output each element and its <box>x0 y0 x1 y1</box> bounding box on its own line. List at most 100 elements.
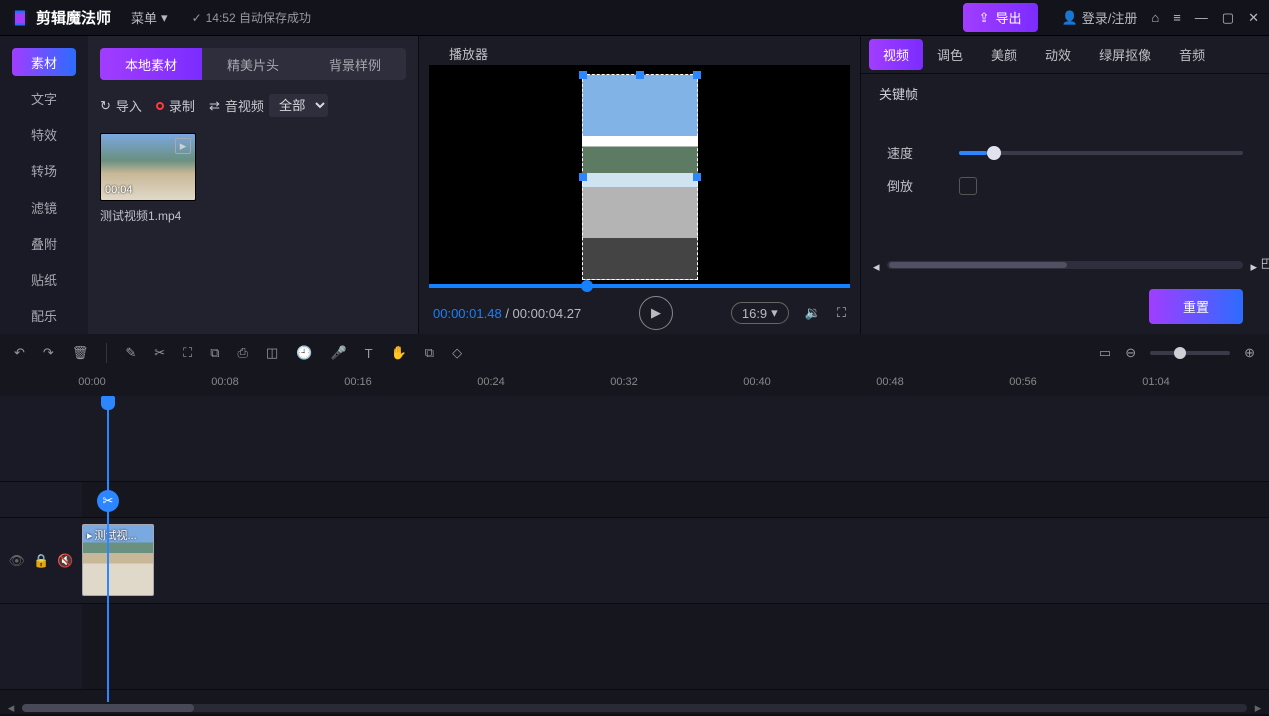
playhead-line[interactable] <box>107 396 109 702</box>
aspect-ratio-select[interactable]: 16:9 ▾ <box>731 302 789 324</box>
tab-local[interactable]: 本地素材 <box>100 48 202 80</box>
resize-handle[interactable] <box>693 71 701 79</box>
scrollbar-thumb[interactable] <box>22 704 194 712</box>
filter-select[interactable]: 全部 <box>269 94 328 117</box>
resize-handle[interactable] <box>579 173 587 181</box>
av-filter-dropdown[interactable]: ⇄ 音视频 全部 <box>209 94 328 117</box>
crop-icon[interactable]: ⛶ <box>183 345 192 361</box>
scrubber-thumb[interactable] <box>581 280 593 292</box>
media-filename: 测试视频1.mp4 <box>100 207 196 224</box>
nav-sticker[interactable]: 贴纸 <box>12 266 76 294</box>
fullscreen-icon[interactable]: ⛶ <box>837 305 846 321</box>
reset-button[interactable]: 重置 <box>1149 289 1243 324</box>
scroll-right-icon[interactable]: ▸ <box>1250 259 1257 275</box>
scrollbar-thumb[interactable] <box>889 262 1067 268</box>
zoom-thumb[interactable] <box>1174 347 1186 359</box>
track-lane[interactable] <box>82 396 1269 481</box>
track-lane[interactable] <box>82 482 1269 517</box>
lock-icon[interactable]: 🔒 <box>33 553 49 569</box>
menu-dropdown[interactable]: 菜单 ▾ <box>131 8 168 27</box>
copy-icon[interactable]: ⧉ <box>425 345 434 361</box>
delete-icon[interactable]: 🗑 <box>72 345 89 361</box>
player-scrubber[interactable] <box>429 284 850 288</box>
tab-background[interactable]: 背景样例 <box>304 48 406 80</box>
text-icon[interactable]: T <box>365 346 373 361</box>
play-button[interactable]: ▶ <box>639 296 673 330</box>
nav-material[interactable]: 素材 <box>12 48 76 76</box>
nav-effects[interactable]: 特效 <box>12 121 76 149</box>
close-icon[interactable]: ✕ <box>1248 10 1259 26</box>
player-frame[interactable] <box>582 74 698 280</box>
nav-transition[interactable]: 转场 <box>12 157 76 185</box>
crop-icon[interactable]: ◰ <box>1261 255 1269 271</box>
timeline-scrollbar[interactable]: ◂ ▸ <box>0 702 1269 714</box>
export-button[interactable]: ⇪ 导出 <box>963 3 1038 32</box>
tab-audio[interactable]: 音频 <box>1165 39 1219 70</box>
login-button[interactable]: 👤 登录/注册 <box>1062 8 1138 27</box>
timecode: 00:00:01.48 / 00:00:04.27 <box>433 306 581 321</box>
split-icon[interactable]: ⧉ <box>210 345 219 361</box>
import-button[interactable]: ↻ 导入 <box>100 96 142 115</box>
snapshot-icon[interactable]: ⎙ <box>238 345 248 361</box>
resize-handle[interactable] <box>693 173 701 181</box>
scroll-right-icon[interactable]: ▸ <box>1251 701 1265 715</box>
media-item[interactable]: ▸ 00:04 测试视频1.mp4 <box>100 133 196 224</box>
diamond-icon[interactable]: ◇ <box>452 345 462 361</box>
playhead-handle[interactable] <box>101 396 115 410</box>
mute-icon[interactable]: 🔇 <box>57 553 73 569</box>
player-viewport[interactable] <box>429 65 850 288</box>
tab-beauty[interactable]: 美颜 <box>977 39 1031 70</box>
speed-slider[interactable] <box>959 151 1243 155</box>
tab-intro[interactable]: 精美片头 <box>202 48 304 80</box>
cut-marker[interactable]: ✂ <box>97 490 119 512</box>
stats-icon[interactable]: ◫ <box>266 345 278 361</box>
scroll-left-icon[interactable]: ◂ <box>873 259 880 275</box>
nav-filter[interactable]: 滤镜 <box>12 193 76 221</box>
props-subsection[interactable]: 关键帧 <box>861 74 1269 113</box>
timeline-clip[interactable]: ▸ 测试视... <box>82 524 154 596</box>
nav-overlay[interactable]: 叠附 <box>12 229 76 257</box>
export-label: 导出 <box>996 8 1022 27</box>
media-thumbnail[interactable]: ▸ 00:04 <box>100 133 196 201</box>
edit-icon[interactable]: ✎ <box>125 345 136 361</box>
props-scrollbar[interactable]: ◂ ▸ ◰ <box>887 261 1243 269</box>
hamburger-icon[interactable]: ≡ <box>1173 10 1181 25</box>
tab-greenscreen[interactable]: 绿屏抠像 <box>1085 39 1165 70</box>
nav-music[interactable]: 配乐 <box>12 302 76 330</box>
tab-motion[interactable]: 动效 <box>1031 39 1085 70</box>
hand-icon[interactable]: ✋ <box>391 345 407 361</box>
record-button[interactable]: 录制 <box>156 96 195 115</box>
minimize-icon[interactable]: — <box>1195 10 1208 25</box>
resize-handle[interactable] <box>579 71 587 79</box>
undo-icon[interactable]: ↶ <box>14 345 25 361</box>
play-icon: ▶ <box>651 305 661 321</box>
scroll-left-icon[interactable]: ◂ <box>4 701 18 715</box>
cut-icon[interactable]: ✂ <box>154 345 165 361</box>
zoom-in-icon[interactable]: ⊕ <box>1244 345 1255 361</box>
tab-color[interactable]: 调色 <box>923 39 977 70</box>
eye-icon[interactable]: 👁 <box>9 553 26 569</box>
reverse-checkbox[interactable] <box>959 177 977 195</box>
slider-thumb[interactable] <box>987 146 1001 160</box>
nav-label: 特效 <box>31 125 57 144</box>
scrollbar-track[interactable] <box>22 704 1247 712</box>
timeline-body[interactable]: ✂ 👁 🔒 🔇 ▸ 测试 <box>0 396 1269 702</box>
zoom-out-icon[interactable]: ⊖ <box>1125 345 1136 361</box>
redo-icon[interactable]: ↷ <box>43 345 54 361</box>
maximize-icon[interactable]: ▢ <box>1222 10 1234 26</box>
track-head <box>0 396 82 481</box>
track-lane[interactable] <box>82 604 1269 689</box>
volume-icon[interactable]: 🔉 <box>805 305 821 321</box>
timeline-ruler[interactable]: 00:0000:0800:1600:2400:3200:4000:4800:56… <box>0 372 1269 396</box>
track-lane[interactable]: ▸ 测试视... <box>82 518 1269 603</box>
clock-icon[interactable]: 🕘 <box>296 345 312 361</box>
nav-text[interactable]: 文字 <box>12 84 76 112</box>
import-label: 导入 <box>116 96 142 115</box>
fit-icon[interactable]: ▭ <box>1099 345 1111 361</box>
zoom-slider[interactable] <box>1150 351 1230 355</box>
mic-icon[interactable]: 🎤 <box>330 345 346 361</box>
home-icon[interactable]: ⌂ <box>1151 10 1159 25</box>
tab-video[interactable]: 视频 <box>869 39 923 70</box>
resize-handle[interactable] <box>636 71 644 79</box>
ruler-tick: 00:56 <box>993 376 1053 388</box>
